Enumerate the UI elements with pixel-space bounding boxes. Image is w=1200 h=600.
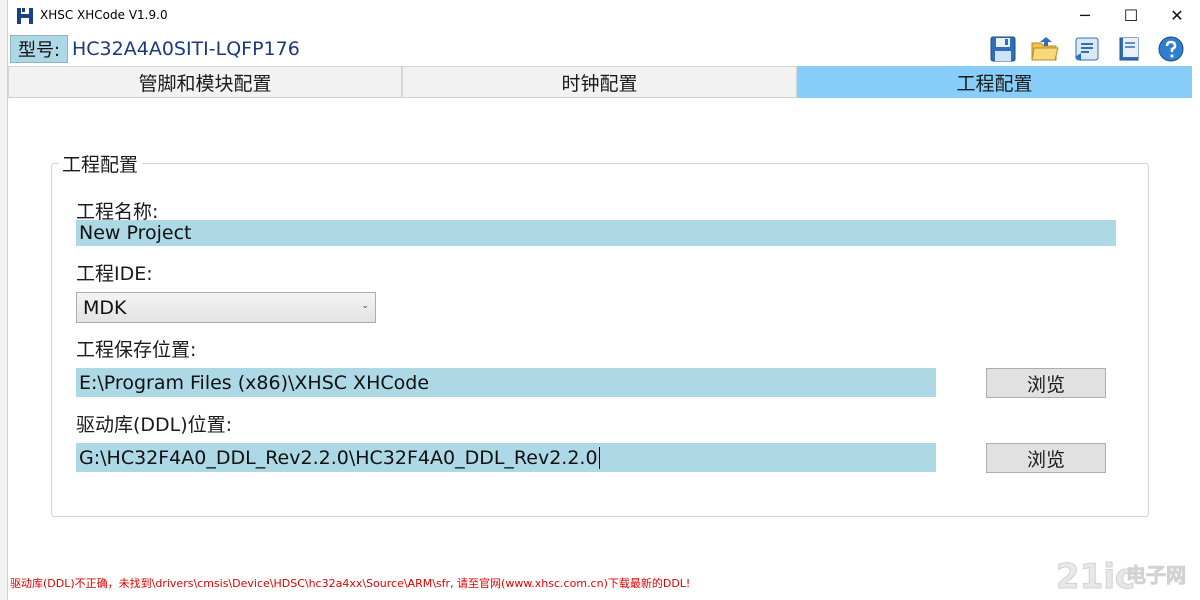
- save-icon: [990, 36, 1016, 62]
- watermark-text: 21ic: [1056, 557, 1135, 596]
- save-path-label: 工程保存位置:: [76, 339, 197, 361]
- ddl-path-label: 驱动库(DDL)位置:: [76, 414, 233, 436]
- minimize-icon: ─: [1080, 5, 1090, 25]
- ddl-path-input[interactable]: G:\HC32F4A0_DDL_Rev2.2.0\HC32F4A0_DDL_Re…: [76, 443, 936, 472]
- project-name-value: New Project: [79, 222, 192, 244]
- toolbar: 型号: HC32A4A0SITI-LQFP176: [8, 32, 1200, 66]
- group-title: 工程配置: [58, 150, 143, 177]
- model-label: 型号:: [10, 35, 68, 63]
- open-button[interactable]: [1030, 34, 1060, 64]
- minimize-button[interactable]: ─: [1062, 0, 1108, 30]
- main-tabs: 管脚和模块配置 时钟配置 工程配置: [8, 66, 1200, 98]
- window-title: XHSC XHCode V1.9.0: [40, 8, 168, 22]
- tab-clock-config[interactable]: 时钟配置: [402, 66, 797, 98]
- tab-pin-module-config[interactable]: 管脚和模块配置: [8, 66, 402, 98]
- background-window-edge: [0, 0, 8, 600]
- help-button[interactable]: [1156, 34, 1186, 64]
- close-icon: ✕: [1170, 5, 1184, 25]
- help-icon: [1158, 36, 1184, 62]
- ddl-path-value: G:\HC32F4A0_DDL_Rev2.2.0\HC32F4A0_DDL_Re…: [79, 446, 598, 469]
- ide-select[interactable]: MDK ⌄: [76, 292, 376, 323]
- generate-code-icon: [1075, 37, 1099, 61]
- open-folder-icon: [1031, 37, 1059, 61]
- app-window: XHSC XHCode V1.9.0 ─ ☐ ✕ 型号: HC32A4A0SIT…: [8, 0, 1200, 600]
- book-icon: [1119, 37, 1139, 61]
- project-name-input[interactable]: New Project: [76, 220, 1116, 246]
- ide-select-value: MDK: [83, 296, 127, 319]
- watermark-subtext: 电子网: [1126, 563, 1186, 587]
- browse-save-path-button[interactable]: 浏览: [986, 368, 1106, 398]
- site-watermark-logo: 21ic 电子网: [1056, 557, 1187, 597]
- status-error-message: 驱动库(DDL)不正确，未找到\drivers\cmsis\Device\HDS…: [10, 577, 691, 590]
- project-ide-label: 工程IDE:: [76, 263, 153, 285]
- manual-button[interactable]: [1114, 34, 1144, 64]
- text-caret: [598, 446, 600, 469]
- tab-project-config[interactable]: 工程配置: [797, 66, 1192, 98]
- save-path-value: E:\Program Files (x86)\XHSC XHCode: [79, 371, 430, 394]
- close-button[interactable]: ✕: [1154, 0, 1200, 30]
- title-bar: XHSC XHCode V1.9.0 ─ ☐ ✕: [8, 0, 1200, 32]
- browse-ddl-path-button[interactable]: 浏览: [986, 443, 1106, 473]
- save-path-input[interactable]: E:\Program Files (x86)\XHSC XHCode: [76, 368, 936, 397]
- save-button[interactable]: [988, 34, 1018, 64]
- status-bar: 驱动库(DDL)不正确，未找到\drivers\cmsis\Device\HDS…: [8, 572, 1200, 592]
- model-value: HC32A4A0SITI-LQFP176: [72, 38, 300, 60]
- maximize-icon: ☐: [1123, 5, 1139, 25]
- chevron-down-icon: ⌄: [361, 301, 369, 311]
- maximize-button[interactable]: ☐: [1108, 0, 1154, 30]
- generate-code-button[interactable]: [1072, 34, 1102, 64]
- app-logo-icon: [17, 8, 33, 24]
